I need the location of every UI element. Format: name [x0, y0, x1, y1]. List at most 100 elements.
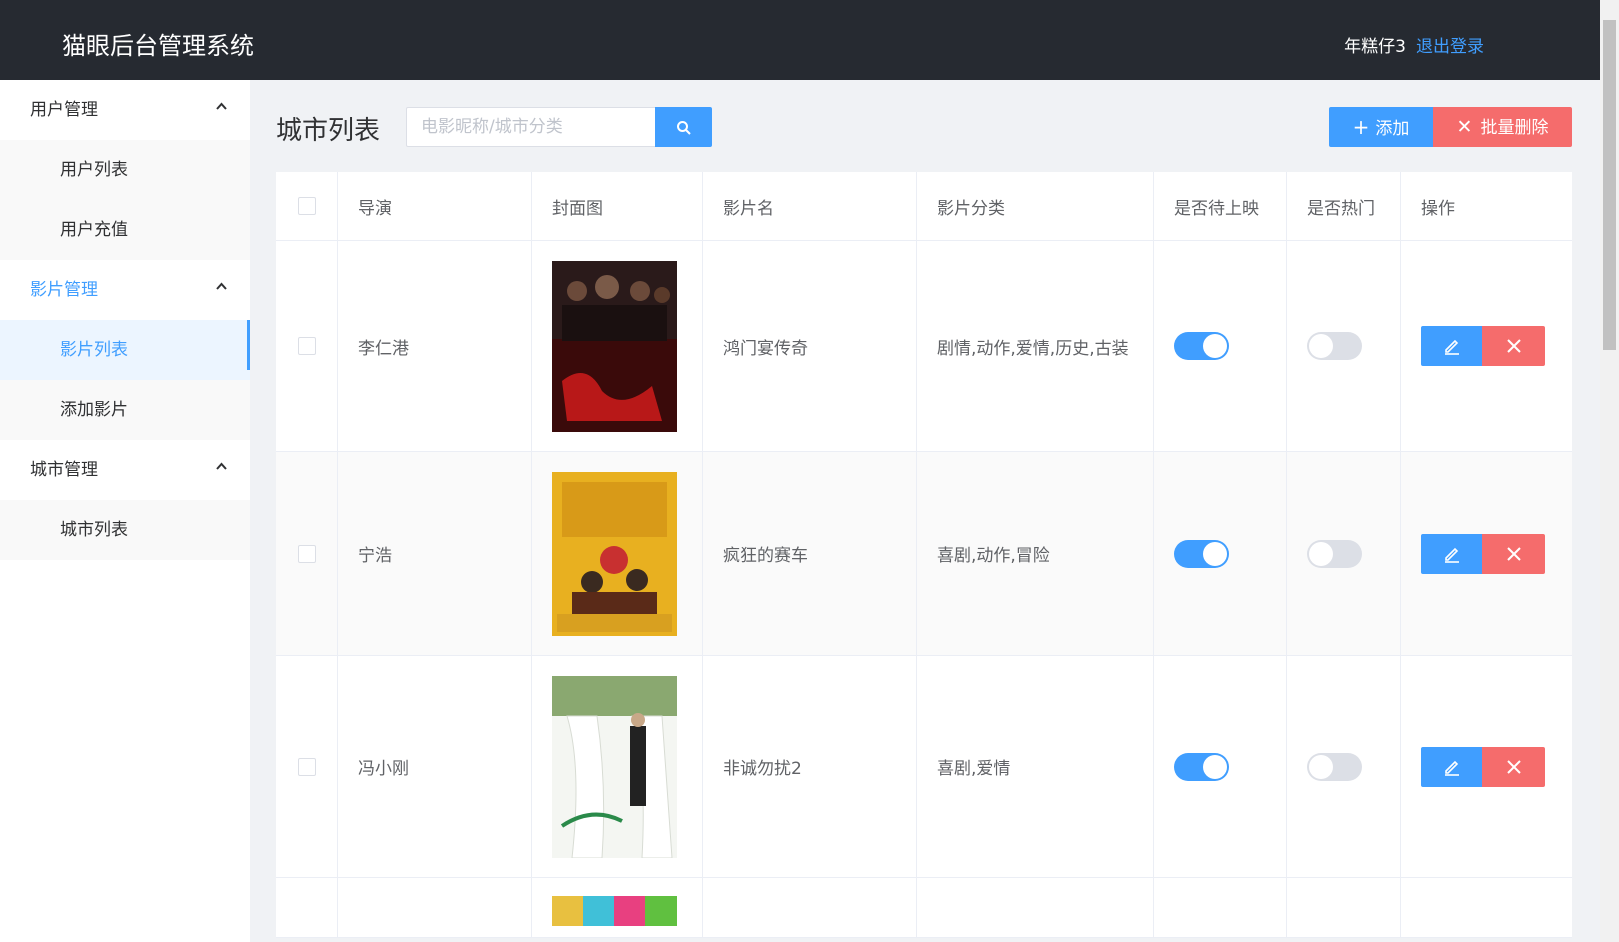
col-header-actions: 操作 — [1421, 198, 1455, 219]
col-header-upcoming: 是否待上映 — [1154, 172, 1287, 240]
search-box[interactable] — [406, 107, 656, 147]
delete-button[interactable] — [1482, 533, 1545, 574]
upcoming-cell — [1154, 878, 1287, 937]
batch-delete-button[interactable]: ✕ 批量删除 — [1433, 107, 1572, 147]
select-all-cell — [276, 172, 338, 240]
hot-cell — [1287, 656, 1401, 877]
row-checkbox[interactable] — [297, 337, 316, 355]
movie-poster-image[interactable] — [552, 260, 677, 432]
edit-button[interactable] — [1421, 533, 1482, 574]
table-row — [276, 878, 1572, 938]
search-icon — [676, 120, 691, 135]
hot-cell — [1287, 452, 1401, 655]
upcoming-toggle[interactable] — [1174, 752, 1229, 781]
edit-button[interactable] — [1421, 746, 1482, 787]
menu-group-label: 用户管理 — [30, 100, 98, 120]
table-header: 导演 封面图 影片名 影片分类 是否待上映 是否热门 操作 — [276, 172, 1572, 241]
search-button[interactable] — [655, 107, 712, 147]
actions-cell — [1401, 878, 1572, 937]
logout-link[interactable]: 退出登录 — [1416, 32, 1484, 57]
title-cell — [703, 878, 917, 937]
title-cell: 非诚勿扰2 — [703, 656, 917, 877]
col-header-category: 影片分类 — [917, 172, 1154, 240]
sidebar-item-user-recharge[interactable]: 用户充值 — [0, 200, 250, 260]
top-header: 猫眼后台管理系统 年糕仔3 退出登录 — [0, 0, 1600, 80]
toggle-knob — [1203, 334, 1227, 358]
row-select-cell — [276, 878, 338, 937]
title-cell: 疯狂的赛车 — [703, 452, 917, 655]
director-cell: 宁浩 — [338, 452, 532, 655]
page-title: 城市列表 — [276, 116, 381, 146]
sidebar-item-city-list[interactable]: 城市列表 — [0, 500, 250, 560]
delete-button[interactable] — [1482, 326, 1545, 366]
director-cell: 冯小刚 — [338, 656, 532, 877]
hot-toggle[interactable] — [1307, 539, 1362, 568]
app-title: 猫眼后台管理系统 — [62, 32, 254, 60]
page-scrollbar[interactable] — [1600, 0, 1619, 942]
director-cell — [338, 878, 532, 937]
close-icon — [1506, 546, 1521, 561]
upcoming-toggle[interactable] — [1174, 539, 1229, 568]
movie-poster-image[interactable] — [552, 896, 677, 926]
cover-cell — [532, 452, 703, 655]
edit-button[interactable] — [1421, 326, 1482, 366]
edit-icon — [1444, 760, 1459, 776]
movie-poster-image[interactable] — [552, 471, 677, 636]
actions-cell — [1401, 241, 1572, 451]
edit-icon — [1444, 339, 1459, 355]
toggle-knob — [1203, 754, 1227, 779]
sidebar-item-movie-list[interactable]: 影片列表 — [0, 320, 250, 380]
row-checkbox[interactable] — [297, 544, 316, 563]
delete-button[interactable] — [1482, 746, 1545, 787]
sidebar: 用户管理 用户列表 用户充值 影片管理 影片列表 添加影片 城市管理 城市列表 — [0, 80, 250, 942]
batch-delete-label: 批量删除 — [1480, 118, 1549, 138]
cover-cell — [532, 878, 703, 937]
col-header-title: 影片名 — [703, 172, 917, 240]
toggle-knob — [1309, 541, 1333, 566]
menu-group-label: 影片管理 — [30, 280, 98, 300]
main-content: 城市列表 +添加 ✕ 批量删除 导演 封面图 影片名 影片分类 是否待上映 是否热… — [250, 80, 1600, 942]
hot-cell — [1287, 241, 1401, 451]
cover-cell — [532, 241, 703, 451]
category-cell: 剧情,动作,爱情,历史,古装 — [917, 241, 1154, 451]
col-header-director: 导演 — [338, 172, 532, 240]
row-select-cell — [276, 656, 338, 877]
plus-icon: + — [1352, 115, 1370, 139]
toggle-knob — [1309, 754, 1333, 779]
upcoming-cell — [1154, 241, 1287, 451]
menu-group-movie[interactable]: 影片管理 — [0, 260, 250, 320]
chevron-up-icon — [215, 260, 228, 320]
table-row: 冯小刚 非诚勿扰2 喜剧,爱情 — [276, 656, 1572, 878]
sidebar-item-user-list[interactable]: 用户列表 — [0, 140, 250, 200]
row-select-cell — [276, 241, 338, 451]
sidebar-item-add-movie[interactable]: 添加影片 — [0, 380, 250, 440]
menu-group-city[interactable]: 城市管理 — [0, 440, 250, 500]
title-cell: 鸿门宴传奇 — [703, 241, 917, 451]
menu-group-label: 城市管理 — [30, 460, 98, 480]
select-all-checkbox[interactable] — [297, 197, 316, 215]
menu-group-user[interactable]: 用户管理 — [0, 80, 250, 140]
close-icon — [1506, 759, 1521, 774]
category-cell: 喜剧,爱情 — [917, 656, 1154, 877]
cover-cell — [532, 656, 703, 877]
add-button[interactable]: + 添加 — [1329, 107, 1433, 147]
row-checkbox[interactable] — [297, 757, 316, 776]
actions-cell — [1401, 452, 1572, 655]
table-row: 宁浩 疯狂的赛车 喜剧,动作,冒险 — [276, 452, 1572, 656]
row-select-cell — [276, 452, 338, 655]
search-input[interactable] — [407, 108, 655, 146]
close-icon: ✕ — [1456, 116, 1473, 138]
movie-table: 导演 封面图 影片名 影片分类 是否待上映 是否热门 操作 李仁港 鸿门宴传奇 … — [276, 172, 1572, 938]
toggle-knob — [1309, 334, 1333, 358]
add-button-label: 添加 — [1375, 119, 1410, 139]
hot-cell — [1287, 878, 1401, 937]
movie-poster-image[interactable] — [552, 675, 677, 858]
chevron-up-icon — [215, 80, 228, 140]
upcoming-toggle[interactable] — [1174, 332, 1229, 360]
col-header-hot: 是否热门 — [1287, 172, 1401, 240]
edit-icon — [1444, 547, 1459, 563]
category-cell: 喜剧,动作,冒险 — [917, 452, 1154, 655]
hot-toggle[interactable] — [1307, 752, 1362, 781]
scrollbar-thumb[interactable] — [1603, 20, 1616, 350]
hot-toggle[interactable] — [1307, 332, 1362, 360]
